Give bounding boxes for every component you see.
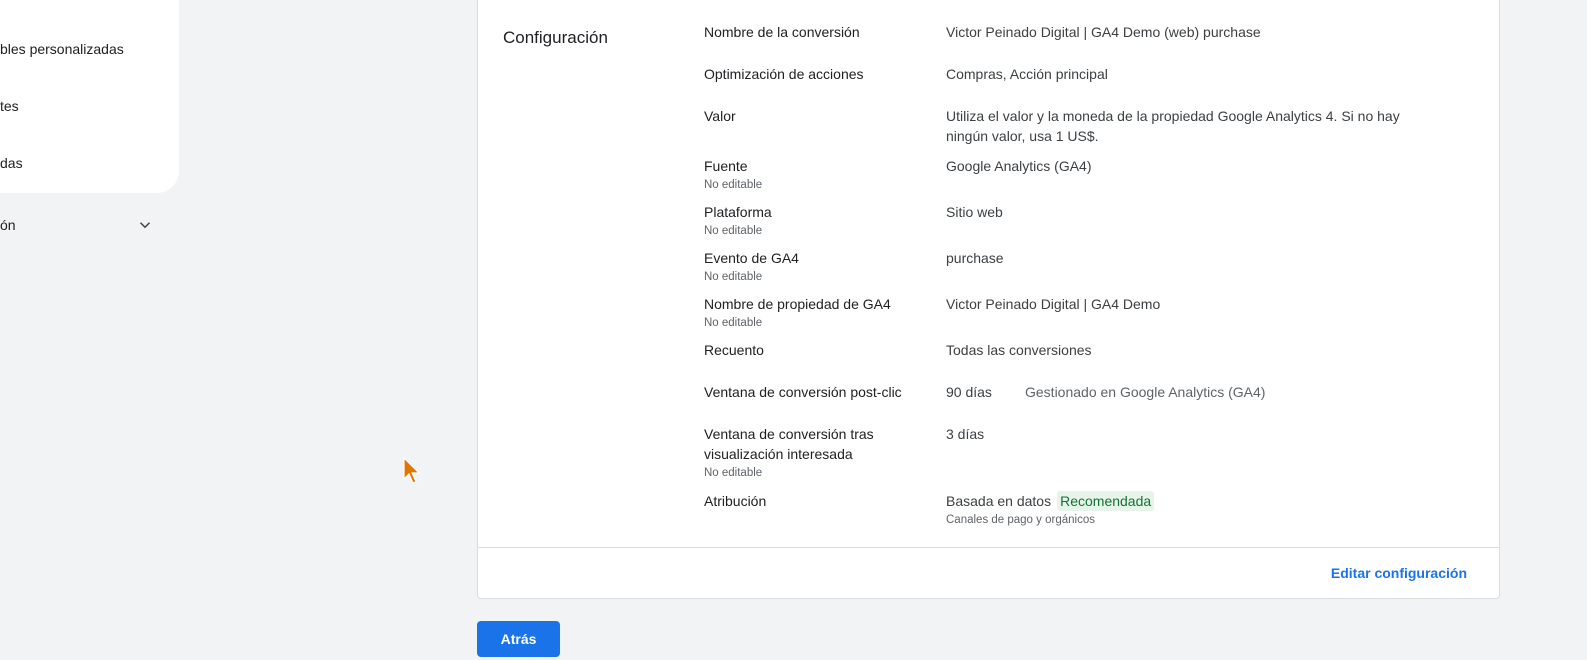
- mouse-pointer-icon: [403, 457, 421, 484]
- row-value: Todas las conversiones: [946, 342, 1092, 358]
- row-label-text: Ventana de conversión tras visualización…: [704, 426, 874, 462]
- row-value: Basada en datos Recomendada Canales de pa…: [946, 491, 1426, 528]
- sidebar-card: bles personalizadas tes das: [0, 0, 179, 193]
- recommended-badge: Recomendada: [1057, 491, 1155, 511]
- row-label: Ventana de conversión post-clic: [704, 384, 902, 400]
- row-label-text: Plataforma: [704, 204, 772, 220]
- chevron-down-icon[interactable]: [136, 216, 154, 234]
- row-value: Sitio web: [946, 204, 1003, 220]
- row-value: Victor Peinado Digital | GA4 Demo (web) …: [946, 24, 1261, 40]
- row-label: Plataforma No editable: [704, 202, 934, 239]
- row-label-text: Nombre de propiedad de GA4: [704, 296, 891, 312]
- row-value: Utiliza el valor y la moneda de la propi…: [946, 108, 1400, 144]
- sidebar-section-label: ón: [0, 217, 16, 233]
- row-label-text: Evento de GA4: [704, 250, 799, 266]
- row-label: Optimización de acciones: [704, 66, 864, 82]
- row-value-text: 90 días: [946, 384, 992, 400]
- row-value: purchase: [946, 250, 1004, 266]
- row-label: Fuente No editable: [704, 156, 934, 193]
- row-label-text: Fuente: [704, 158, 748, 174]
- sidebar-section-toggle[interactable]: ón: [0, 214, 160, 236]
- not-editable-note: No editable: [704, 179, 763, 191]
- not-editable-note: No editable: [704, 317, 763, 329]
- row-value: 3 días: [946, 426, 985, 442]
- attribution-channels-note: Canales de pago y orgánicos: [946, 514, 1095, 526]
- row-value: Google Analytics (GA4): [946, 158, 1092, 174]
- configuration-card: Configuración Nombre de la conversión Vi…: [477, 0, 1500, 599]
- section-title: Configuración: [503, 28, 608, 47]
- row-label: Nombre de la conversión: [704, 24, 860, 40]
- not-editable-note: No editable: [704, 271, 763, 283]
- row-value: 90 días Gestionado en Google Analytics (…: [946, 382, 1426, 402]
- row-label: Recuento: [704, 342, 764, 358]
- edit-settings-link[interactable]: Editar configuración: [1331, 565, 1467, 581]
- row-label: Nombre de propiedad de GA4 No editable: [704, 294, 934, 331]
- row-value: Compras, Acción principal: [946, 66, 1108, 82]
- row-label: Valor: [704, 108, 736, 124]
- back-button[interactable]: Atrás: [477, 621, 560, 657]
- not-editable-note: No editable: [704, 225, 763, 237]
- not-editable-note: No editable: [704, 467, 763, 479]
- sidebar-item-3[interactable]: das: [0, 155, 23, 171]
- managed-in-ga4-note: Gestionado en Google Analytics (GA4): [1025, 384, 1266, 400]
- sidebar-item-2[interactable]: tes: [0, 98, 19, 114]
- divider: [478, 547, 1499, 548]
- row-label: Atribución: [704, 493, 767, 509]
- row-label: Ventana de conversión tras visualización…: [704, 424, 934, 481]
- row-value-text: Basada en datos: [946, 493, 1052, 509]
- row-label: Evento de GA4 No editable: [704, 248, 934, 285]
- row-value: Victor Peinado Digital | GA4 Demo: [946, 296, 1161, 312]
- sidebar-item-custom-variables[interactable]: bles personalizadas: [0, 41, 124, 57]
